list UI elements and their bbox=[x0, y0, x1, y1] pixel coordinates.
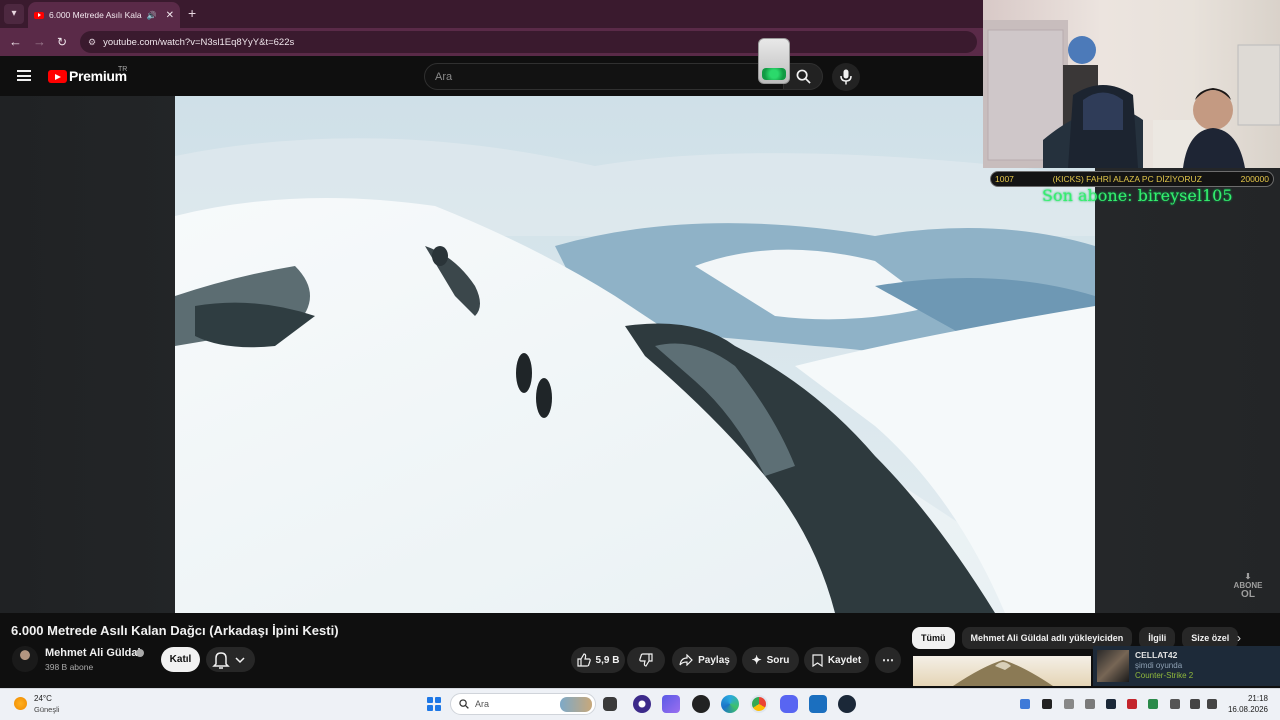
sun-weather-icon[interactable] bbox=[14, 697, 27, 710]
share-button[interactable]: Paylaş bbox=[672, 647, 737, 673]
tray-icon-4[interactable] bbox=[1085, 699, 1095, 709]
tray-network-icon[interactable] bbox=[1190, 699, 1200, 709]
tray-icon-1[interactable] bbox=[1020, 699, 1030, 709]
channel-name[interactable]: Mehmet Ali Güldal bbox=[45, 647, 141, 659]
stream-goal-ticker: 1007 (KICKS) FAHRİ ALAZA PC DİZİYORUZ 20… bbox=[990, 171, 1274, 187]
site-info-icon[interactable]: ⚙ bbox=[88, 37, 96, 48]
last-subscriber-text: Son abone: bireysel105 bbox=[1042, 186, 1233, 205]
subscribe-watermark: ⬇ ABONE OL bbox=[1232, 572, 1264, 600]
chip-all[interactable]: Tümü bbox=[912, 627, 955, 649]
notification-bell-button[interactable] bbox=[206, 647, 255, 672]
obs-icon[interactable] bbox=[633, 695, 651, 713]
join-button[interactable]: Katıl bbox=[161, 647, 200, 672]
tray-volume-icon[interactable] bbox=[1207, 699, 1217, 709]
subscriber-count: 398 B abone bbox=[45, 662, 94, 672]
watermark-line-2: OL bbox=[1241, 589, 1255, 600]
ticker-right-value: 200000 bbox=[1240, 174, 1269, 184]
webcam-feed-image bbox=[983, 20, 1280, 168]
channel-avatar[interactable] bbox=[12, 646, 38, 672]
weather-description[interactable]: Güneşli bbox=[34, 705, 59, 714]
like-count: 5,9 B bbox=[595, 654, 620, 666]
back-arrow-icon[interactable]: ← bbox=[9, 34, 22, 50]
bell-chevron-icon bbox=[212, 652, 245, 669]
download-arrow-icon: ⬇ bbox=[1244, 572, 1252, 581]
taskbar-clock-date[interactable]: 16.08.2026 bbox=[1222, 705, 1268, 714]
save-label: Kaydet bbox=[827, 654, 862, 666]
ticker-left-value: 1007 bbox=[995, 174, 1014, 184]
friend-name: CELLAT42 bbox=[1135, 650, 1178, 661]
search-highlight-image bbox=[560, 697, 592, 712]
stream-bubble-jar-widget bbox=[758, 38, 790, 84]
forward-arrow-icon[interactable]: → bbox=[33, 34, 46, 50]
new-tab-button[interactable]: + bbox=[188, 6, 196, 20]
app-icon-2[interactable] bbox=[692, 695, 710, 713]
tray-steam-icon[interactable] bbox=[1106, 699, 1116, 709]
task-view-icon[interactable] bbox=[603, 697, 617, 711]
sparkle-icon: ✦ bbox=[751, 653, 762, 667]
taskbar-search-box[interactable]: Ara bbox=[450, 693, 596, 715]
ask-label: Soru bbox=[766, 654, 790, 666]
url-text: youtube.com/watch?v=N3sl1Eq8YyY&t=622s bbox=[103, 36, 295, 48]
thumbs-down-icon bbox=[639, 653, 653, 667]
windows-start-icon[interactable] bbox=[427, 697, 441, 711]
url-field[interactable]: ⚙ youtube.com/watch?v=N3sl1Eq8YyY&t=622s bbox=[80, 31, 977, 53]
video-title: 6.000 Metrede Asılı Kalan Dağcı (Arkadaş… bbox=[11, 623, 339, 638]
hamburger-menu-icon[interactable] bbox=[17, 70, 31, 81]
voice-search-button[interactable] bbox=[832, 63, 860, 91]
microphone-icon bbox=[840, 69, 852, 85]
ask-button[interactable]: ✦ Soru bbox=[742, 647, 799, 673]
friend-avatar bbox=[1097, 650, 1129, 682]
youtube-favicon-icon bbox=[34, 11, 44, 19]
discord-icon[interactable] bbox=[780, 695, 798, 713]
tab-close-icon[interactable]: ✕ bbox=[166, 10, 174, 21]
share-arrow-icon bbox=[679, 654, 693, 666]
country-code: TR bbox=[118, 66, 128, 73]
youtube-logo-icon[interactable] bbox=[48, 70, 67, 83]
tray-icon-2[interactable] bbox=[1042, 699, 1052, 709]
dislike-button[interactable] bbox=[627, 647, 665, 673]
webcam-overlay bbox=[983, 0, 1280, 168]
bookmark-icon bbox=[812, 653, 823, 667]
verified-badge-icon bbox=[136, 649, 144, 657]
search-input[interactable]: Ara bbox=[424, 63, 786, 90]
steam-icon[interactable] bbox=[838, 695, 856, 713]
taskbar-clock-time[interactable]: 21:18 bbox=[1238, 694, 1268, 703]
search-icon bbox=[796, 69, 811, 84]
notification-text: CELLAT42 şimdi oyunda Counter-Strike 2 bbox=[1135, 650, 1193, 682]
steam-friend-notification[interactable]: CELLAT42 şimdi oyunda Counter-Strike 2 bbox=[1093, 646, 1280, 686]
app-icon-1[interactable] bbox=[662, 695, 680, 713]
friend-status: şimdi oyunda bbox=[1135, 660, 1183, 670]
tray-icon-3[interactable] bbox=[1064, 699, 1074, 709]
save-button[interactable]: Kaydet bbox=[804, 647, 869, 673]
tab-search-chevron-icon[interactable]: ▾ bbox=[4, 4, 24, 24]
friend-game: Counter-Strike 2 bbox=[1135, 671, 1194, 681]
tray-icon-5[interactable] bbox=[1127, 699, 1137, 709]
chip-next-chevron-icon[interactable]: › bbox=[1237, 631, 1241, 645]
tab-title: 6.000 Metrede Asılı Kalan D bbox=[49, 10, 142, 20]
app-icon-3[interactable] bbox=[809, 695, 827, 713]
weather-temperature[interactable]: 24°C bbox=[34, 694, 52, 703]
video-frame-mountain bbox=[175, 96, 1095, 613]
taskbar-search-label: Ara bbox=[475, 699, 490, 709]
recommended-video-thumbnail[interactable] bbox=[913, 656, 1091, 686]
ticker-message: (KICKS) FAHRİ ALAZA PC DİZİYORUZ bbox=[1052, 174, 1202, 184]
share-label: Paylaş bbox=[698, 654, 730, 666]
like-button[interactable]: 5,9 B bbox=[571, 647, 625, 673]
tray-microphone-icon[interactable] bbox=[1170, 699, 1180, 709]
more-actions-icon[interactable]: ⋯ bbox=[875, 647, 901, 673]
video-player[interactable] bbox=[175, 96, 1095, 613]
chrome-browser-icon[interactable] bbox=[750, 695, 768, 713]
thumbnail-mountain-image bbox=[953, 660, 1053, 686]
tray-icon-6[interactable] bbox=[1148, 699, 1158, 709]
thumbs-up-icon bbox=[576, 653, 591, 667]
edge-browser-icon[interactable] bbox=[721, 695, 739, 713]
tab-audio-icon[interactable]: 🔊 bbox=[147, 11, 157, 20]
taskbar-search-icon bbox=[459, 699, 469, 709]
browser-tab-active[interactable]: 6.000 Metrede Asılı Kalan D 🔊 ✕ bbox=[28, 2, 180, 28]
reload-icon[interactable]: ↻ bbox=[57, 34, 67, 50]
